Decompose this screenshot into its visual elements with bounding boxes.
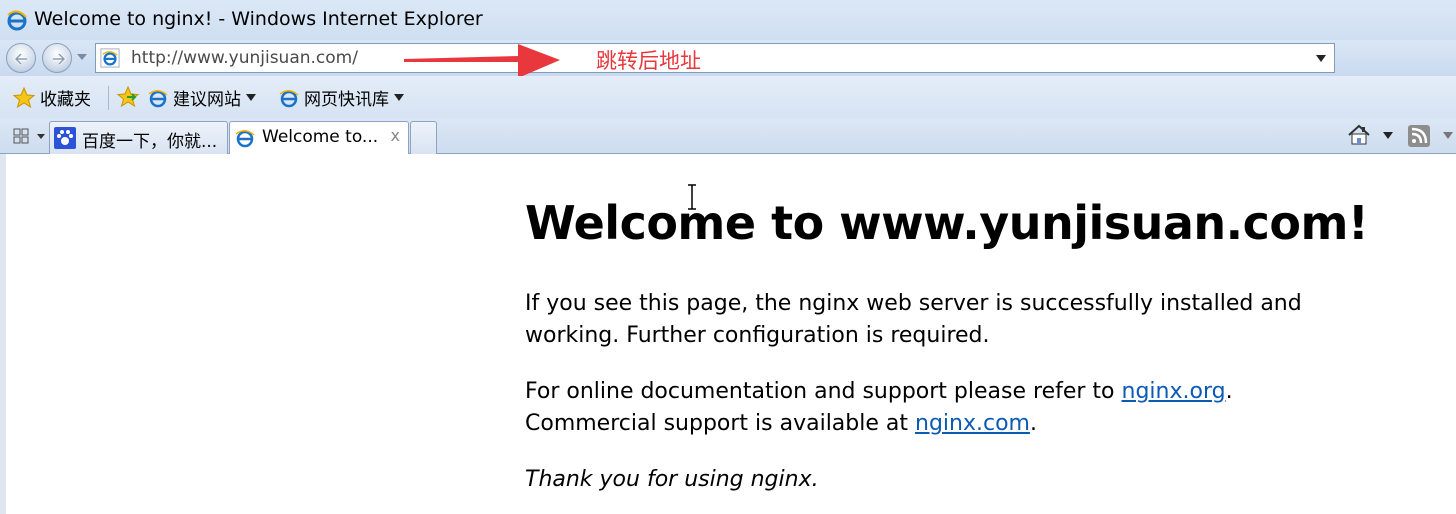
quick-tabs-icon[interactable]: [8, 126, 34, 146]
commercial-text: Commercial support is available at: [525, 411, 915, 436]
add-favorite-icon: [116, 85, 140, 108]
annotation-label: 跳转后地址: [596, 49, 701, 73]
text-cursor-icon: [688, 184, 696, 210]
commercial-period: .: [1029, 411, 1037, 436]
favorites-bar: 收藏夹 建议网站 网页快讯库: [0, 76, 1456, 118]
feed-dropdown-icon[interactable]: [1443, 132, 1453, 139]
page-heading: Welcome to www.yunjisuan.com!: [525, 196, 1369, 250]
thank-you-text: Thank you for using nginx.: [525, 467, 819, 492]
nginx-com-link[interactable]: nginx.com: [915, 411, 1030, 436]
close-tab-icon[interactable]: x: [391, 126, 400, 145]
tab-list-dropdown-icon[interactable]: [37, 134, 45, 139]
tab-baidu[interactable]: 百度一下，你就...: [49, 121, 228, 154]
address-url[interactable]: http://www.yunjisuan.com/: [131, 48, 358, 68]
web-slice-gallery-label: 网页快讯库: [304, 90, 389, 110]
favorites-star-icon: [12, 86, 36, 108]
ie-icon: [148, 89, 168, 107]
ie-icon: [235, 130, 255, 148]
address-dropdown-icon[interactable]: [1316, 55, 1326, 62]
suggested-sites-button[interactable]: 建议网站: [147, 85, 256, 110]
suggested-sites-label: 建议网站: [173, 90, 241, 110]
back-arrow-icon: [13, 52, 27, 66]
home-icon[interactable]: [1347, 124, 1371, 146]
web-slice-dropdown-icon: [394, 94, 404, 101]
recent-pages-dropdown[interactable]: [77, 54, 87, 60]
web-slice-gallery-button[interactable]: 网页快讯库: [278, 85, 404, 110]
favorites-button[interactable]: 收藏夹: [12, 85, 91, 110]
intro-paragraph: If you see this page, the nginx web serv…: [525, 291, 1302, 348]
home-dropdown-icon[interactable]: [1383, 132, 1393, 139]
address-bar[interactable]: http://www.yunjisuan.com/: [95, 43, 1335, 73]
favorites-label: 收藏夹: [40, 90, 91, 110]
tab-bar: 百度一下，你就... Welcome to... x: [0, 118, 1456, 154]
doc-period: .: [1225, 379, 1233, 404]
tab-label: 百度一下，你就...: [82, 132, 218, 152]
back-button[interactable]: [6, 43, 36, 73]
rss-feed-icon[interactable]: [1408, 125, 1430, 147]
documentation-paragraph: For online documentation and support ple…: [525, 376, 1325, 440]
add-to-favorites-bar-button[interactable]: [116, 85, 140, 109]
nginx-org-link[interactable]: nginx.org: [1122, 379, 1226, 404]
ie-icon: [7, 10, 27, 31]
title-bar: Welcome to nginx! - Windows Internet Exp…: [0, 0, 1456, 40]
forward-arrow-icon: [53, 52, 67, 66]
tab-welcome-active[interactable]: Welcome to... x: [229, 121, 409, 154]
suggested-sites-dropdown-icon: [246, 94, 256, 101]
ie-icon: [279, 89, 299, 107]
favorites-divider: [108, 86, 109, 110]
ie-page-icon: [100, 48, 120, 68]
tab-label: Welcome to...: [262, 127, 379, 147]
forward-button[interactable]: [42, 43, 72, 73]
new-tab-button[interactable]: [410, 121, 437, 154]
doc-text: For online documentation and support ple…: [525, 379, 1122, 404]
window-title: Welcome to nginx! - Windows Internet Exp…: [34, 8, 483, 30]
baidu-paw-icon: [54, 127, 76, 149]
navigation-bar: http://www.yunjisuan.com/: [0, 40, 1456, 113]
